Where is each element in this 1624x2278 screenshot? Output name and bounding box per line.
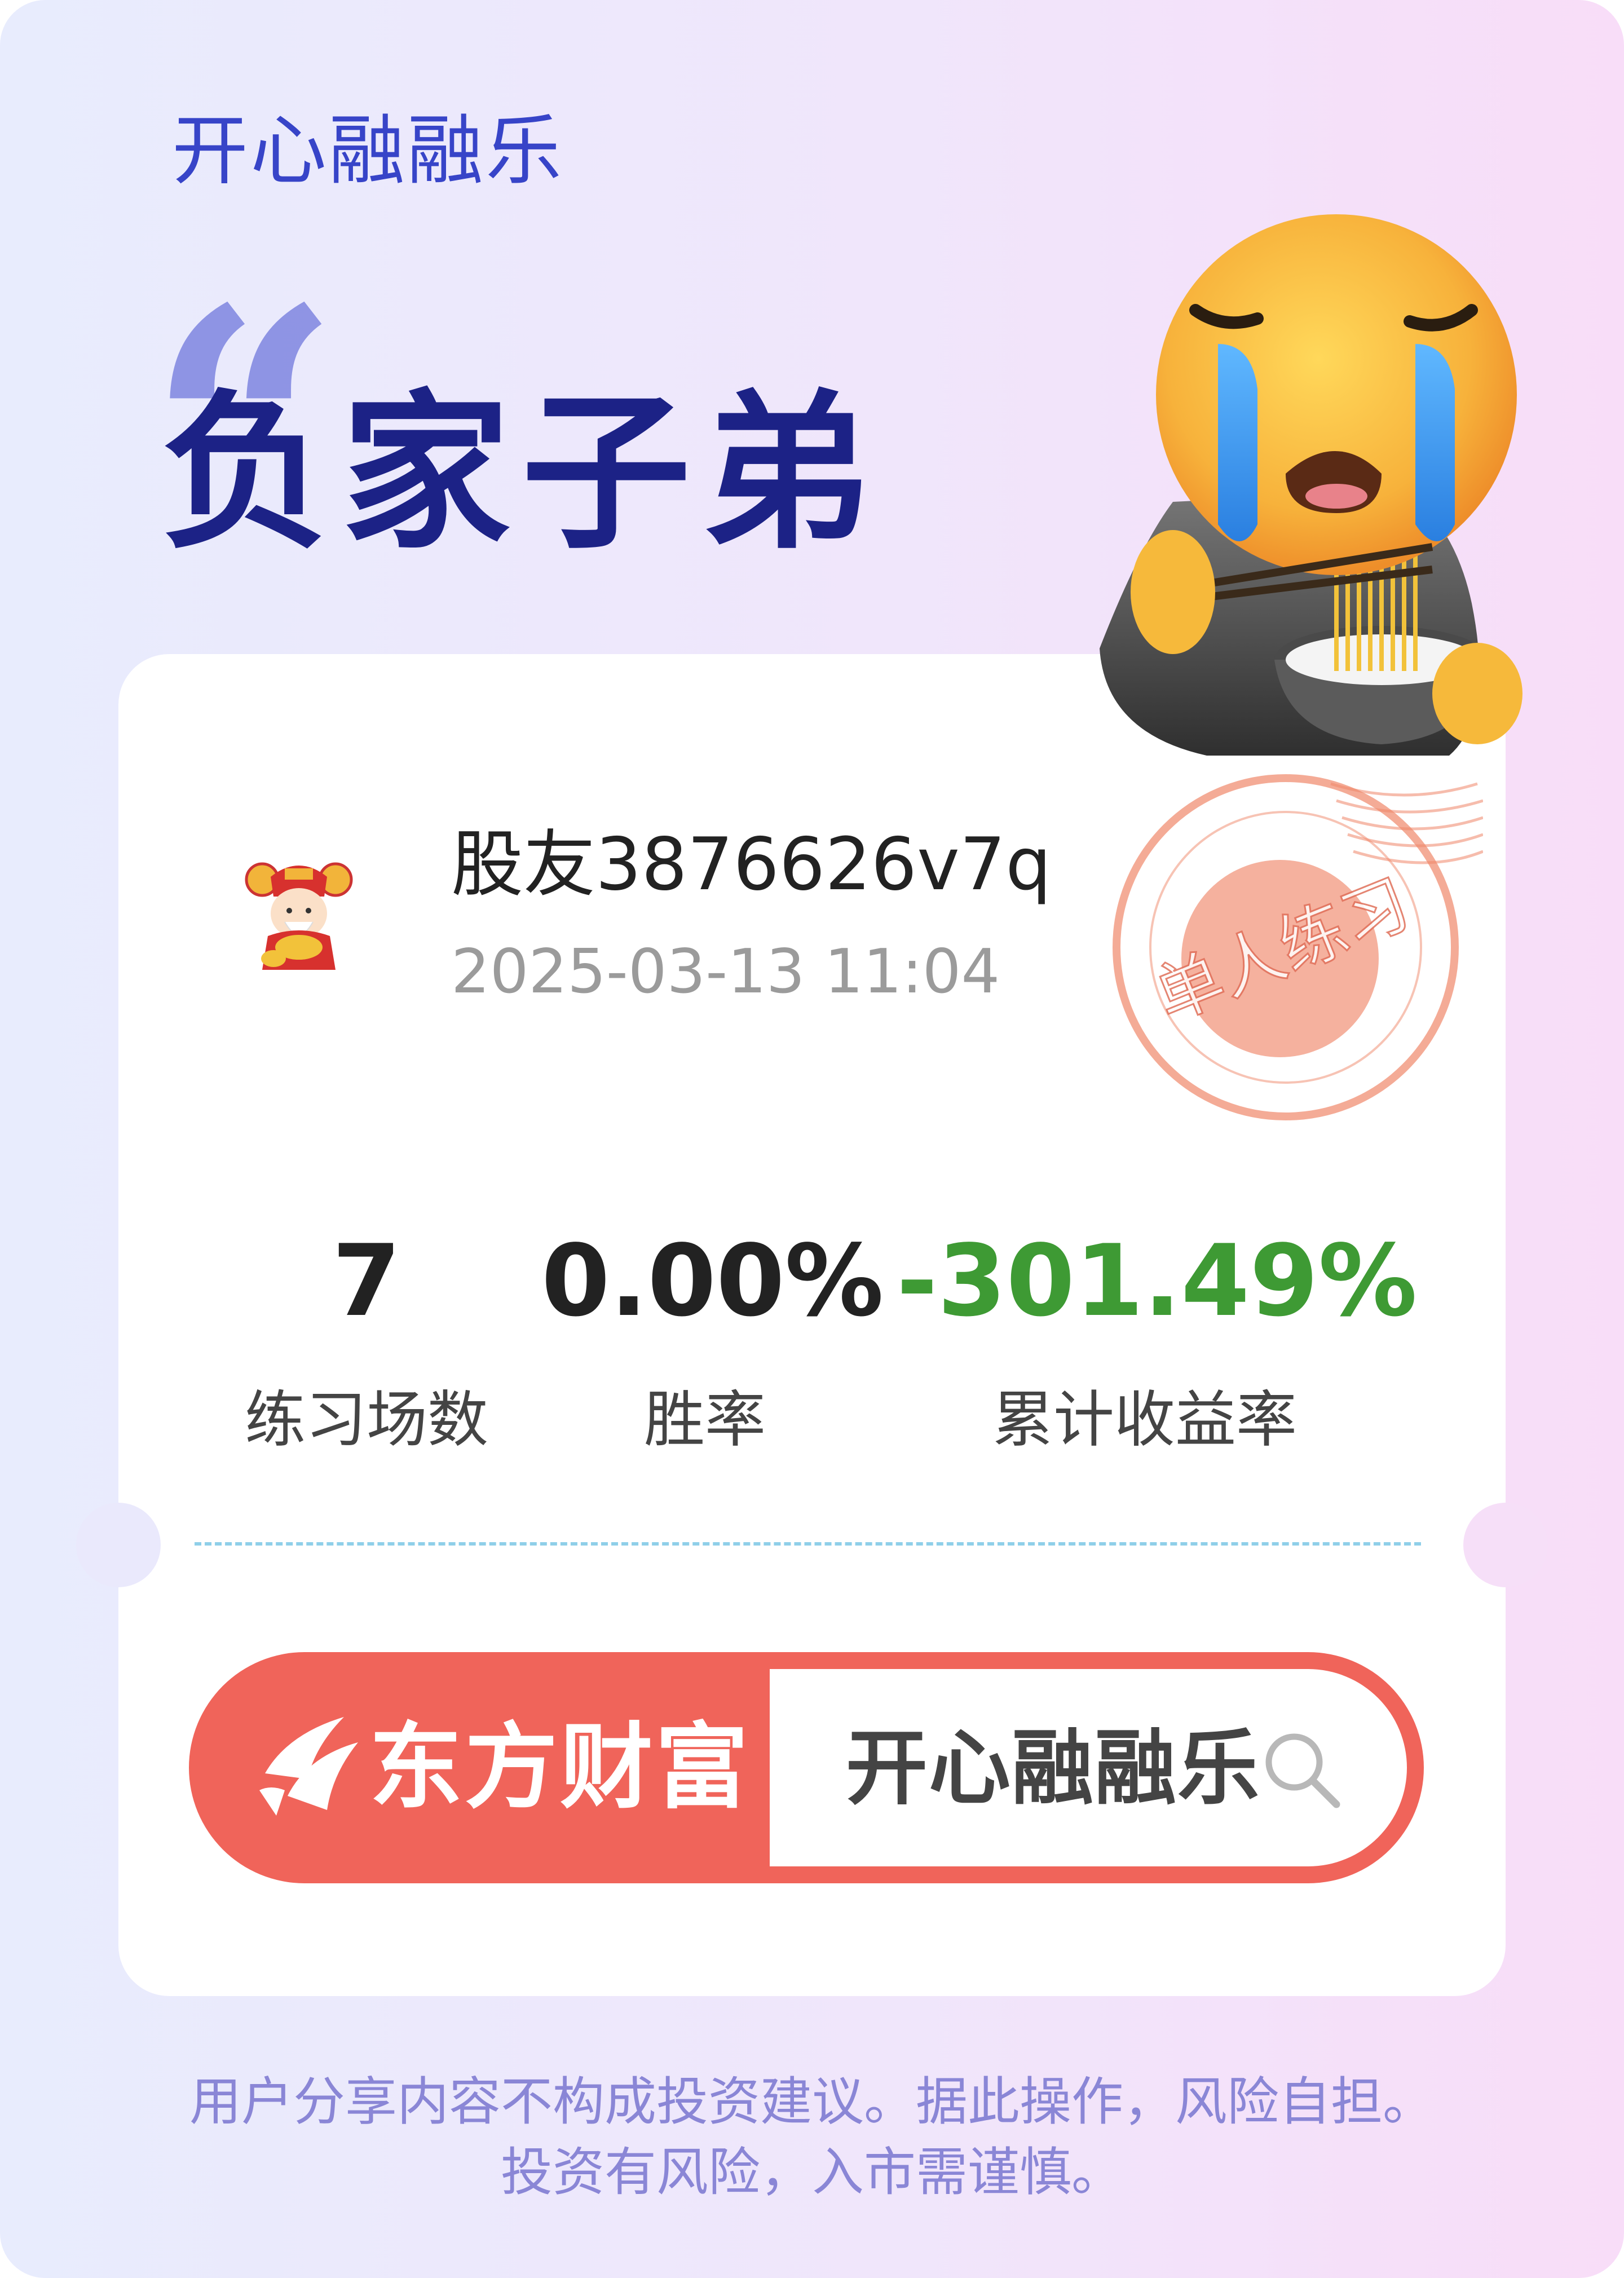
card-notch-right xyxy=(1463,1503,1548,1587)
stat-value: 0.00% xyxy=(541,1224,884,1339)
crying-face-eating-noodles-icon xyxy=(1100,214,1522,756)
dashed-divider xyxy=(195,1542,1421,1546)
search-query: 开心融融乐 xyxy=(846,1721,1260,1816)
practice-stamp-icon: 单人练习 xyxy=(1113,774,1483,1120)
stat-label: 练习场数 xyxy=(244,1385,488,1455)
god-of-wealth-avatar xyxy=(245,862,353,970)
search-box[interactable]: 开心融融乐 xyxy=(770,1669,1407,1866)
app-title: 开心融融乐 xyxy=(172,107,564,195)
disclaimer-line-2: 投资有风险，入市需谨慎。 xyxy=(500,2142,1123,2202)
stat-label: 累计收益率 xyxy=(992,1385,1297,1455)
stat-label: 胜率 xyxy=(643,1385,766,1455)
card-notch-left xyxy=(76,1503,161,1587)
brand-name: 东方财富 xyxy=(369,1713,751,1821)
search-icon[interactable] xyxy=(1260,1728,1342,1810)
badge-title: 负家子弟 xyxy=(161,375,882,572)
disclaimer-line-1: 用户分享内容不构成投资建议。据此操作，风险自担。 xyxy=(189,2072,1435,2132)
search-banner[interactable]: 东方财富 开心融融乐 xyxy=(189,1652,1424,1883)
user-name: 股友3876626v7q xyxy=(451,823,1052,907)
result-timestamp: 2025-03-13 11:04 xyxy=(451,937,1000,1007)
eastmoney-logo-icon xyxy=(259,1717,358,1816)
brand-area: 东方财富 xyxy=(189,1652,770,1883)
share-poster: 开心融融乐 “ 负家子弟 单人练习 股友3876626v7q 2025-03-1… xyxy=(0,0,1624,2278)
stat-cumulative-return: -301.49% 累计收益率 xyxy=(897,1224,1418,1455)
stat-win-rate: 0.00% 胜率 xyxy=(541,1224,884,1455)
stat-practice-count: 7 练习场数 xyxy=(226,1232,508,1451)
stat-value: 7 xyxy=(332,1224,401,1339)
stat-value: -301.49% xyxy=(897,1224,1418,1339)
